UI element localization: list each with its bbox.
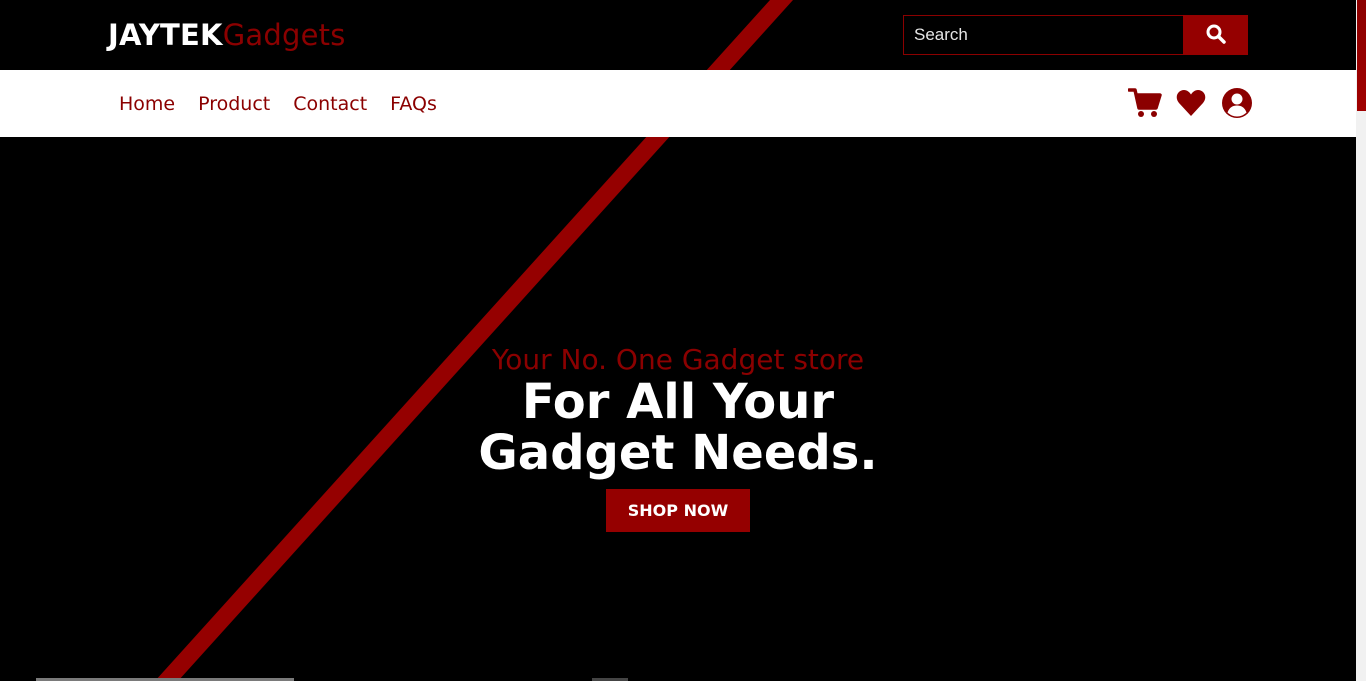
nav-link-faqs[interactable]: FAQs [390,93,437,115]
brand-name-primary: JAYTEK [108,18,223,52]
scrollbar-thumb[interactable] [1357,0,1366,111]
main-nav: Home Product Contact FAQs [0,70,1356,137]
top-header: JAYTEKGadgets [0,0,1356,70]
shop-now-button[interactable]: SHOP NOW [606,489,750,532]
search-input[interactable] [903,15,1183,55]
brand-logo[interactable]: JAYTEKGadgets [108,17,346,53]
hero-headline-line2: Gadget Needs. [478,425,878,481]
vertical-scrollbar[interactable] [1356,0,1366,681]
hero-tagline: Your No. One Gadget store [491,343,865,376]
page: JAYTEKGadgets Home Product Contact FAQs [0,0,1366,681]
cart-icon[interactable] [1128,86,1162,120]
nav-links: Home Product Contact FAQs [119,70,437,137]
nav-icons [1128,86,1254,120]
user-icon[interactable] [1220,86,1254,120]
search-icon [1206,24,1226,47]
heart-icon[interactable] [1174,86,1208,120]
nav-link-home[interactable]: Home [119,93,175,115]
hero-headline-line1: For All Your [521,374,835,430]
search-bar [903,15,1248,55]
nav-link-product[interactable]: Product [198,93,270,115]
hero-headline: For All Your Gadget Needs. [0,377,1356,479]
nav-link-contact[interactable]: Contact [293,93,367,115]
brand-name-secondary: Gadgets [222,18,346,52]
hero-section: Your No. One Gadget store For All Your G… [0,137,1356,681]
search-button[interactable] [1183,15,1248,55]
